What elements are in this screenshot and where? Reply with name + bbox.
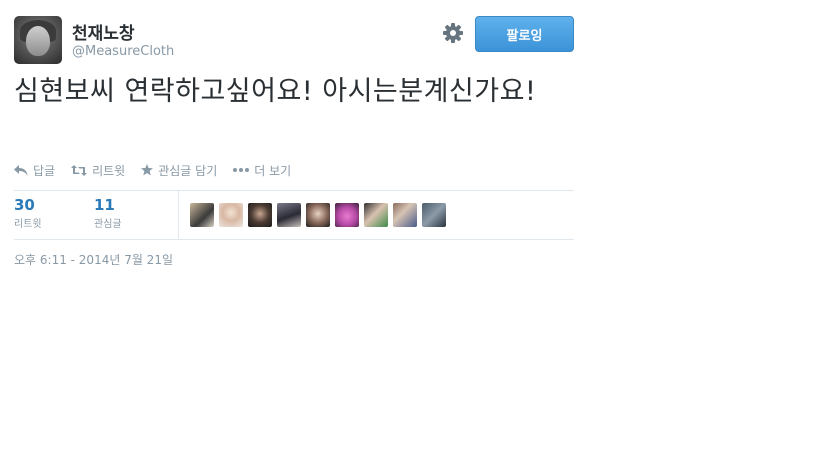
retweet-count-label: 리트윗 [14, 219, 42, 230]
favoriter-avatar[interactable] [190, 203, 214, 227]
stats-divider [178, 191, 179, 239]
favoriter-avatar[interactable] [422, 203, 446, 227]
favoriter-avatar[interactable] [393, 203, 417, 227]
star-icon [141, 164, 154, 176]
favoriter-avatar[interactable] [248, 203, 272, 227]
more-action[interactable]: 더 보기 [233, 162, 291, 179]
favorite-stat[interactable]: 11 관심글 [94, 196, 122, 230]
favoriter-avatar[interactable] [335, 203, 359, 227]
favorite-count-label: 관심글 [94, 219, 122, 230]
favoriter-avatar[interactable] [277, 203, 301, 227]
retweet-action[interactable]: 리트윗 [71, 162, 125, 179]
favorite-action[interactable]: 관심글 담기 [141, 162, 217, 179]
more-dots-icon [233, 168, 250, 172]
retweet-icon [71, 164, 88, 176]
retweet-count: 30 [14, 196, 35, 214]
retweet-stat[interactable]: 30 리트윗 [14, 196, 42, 230]
reply-action[interactable]: 답글 [14, 162, 55, 179]
tweet-card: 천재노창 @MeasureCloth 팔로잉 심현보씨 연락하고싶어요! 아시는… [0, 0, 819, 460]
gear-icon[interactable] [441, 21, 465, 45]
following-button[interactable]: 팔로잉 [475, 16, 574, 52]
favoriter-avatar[interactable] [219, 203, 243, 227]
user-fullname[interactable]: 천재노창 [72, 19, 135, 44]
favoriter-avatar[interactable] [364, 203, 388, 227]
avatar[interactable] [14, 16, 62, 64]
tweet-actions: 답글 리트윗 관심글 담기 더 보기 [14, 160, 307, 180]
favorite-label: 관심글 담기 [158, 163, 218, 178]
favoriter-avatars [190, 203, 451, 227]
user-username[interactable]: @MeasureCloth [72, 44, 174, 59]
more-label: 더 보기 [254, 163, 292, 178]
tweet-text: 심현보씨 연락하고싶어요! 아시는분계신가요! [14, 76, 537, 107]
reply-icon [14, 164, 28, 175]
retweet-label: 리트윗 [92, 163, 126, 178]
avatar-face [26, 26, 50, 56]
reply-label: 답글 [33, 163, 56, 178]
tweet-timestamp[interactable]: 오후 6:11 - 2014년 7월 21일 [14, 251, 173, 268]
favorite-count: 11 [94, 196, 115, 214]
tweet-stats: 30 리트윗 11 관심글 [14, 190, 574, 240]
favoriter-avatar[interactable] [306, 203, 330, 227]
